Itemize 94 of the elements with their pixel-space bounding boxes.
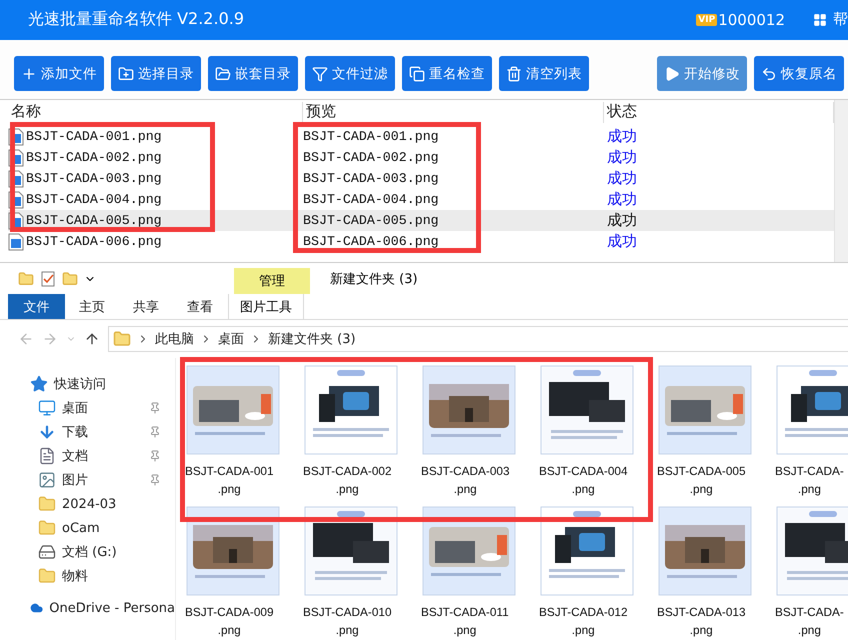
scrollbar[interactable] [834, 100, 848, 262]
grid-icon [813, 12, 827, 27]
ribbon-tab[interactable]: 主页 [65, 294, 119, 319]
preview-name: BSJT-CADA-006.png [303, 234, 440, 250]
file-label[interactable]: BSJT-CADA-010 .png [303, 603, 392, 639]
status-text: 成功 [606, 169, 638, 188]
breadcrumb-item[interactable]: 新建文件夹 (3) [268, 330, 356, 348]
document-icon [38, 447, 56, 465]
back-icon[interactable] [18, 331, 34, 347]
forward-icon[interactable] [42, 331, 58, 347]
file-label[interactable]: BSJT-CADA-012 .png [539, 603, 628, 639]
column-header[interactable]: 预览 [303, 102, 604, 124]
nav-item[interactable]: 文档 (G:) [0, 540, 175, 564]
file-label[interactable]: BSJT-CADA-013 .png [657, 603, 746, 639]
nav-item[interactable]: 图片 [0, 468, 175, 492]
drive-icon [38, 543, 56, 561]
nav-item[interactable]: oCam [0, 516, 175, 540]
preview-name: BSJT-CADA-002.png [303, 150, 440, 166]
star-icon [30, 375, 48, 393]
ribbon-tab[interactable]: 图片工具 [228, 294, 304, 319]
breadcrumb-item[interactable]: 桌面 [218, 330, 244, 348]
file-label[interactable]: BSJT-CADA-009 .png [185, 603, 274, 639]
ribbon-tab[interactable]: 共享 [119, 294, 173, 319]
vip-badge: VIP [696, 14, 718, 26]
nav-item[interactable]: 文档 [0, 444, 175, 468]
file-label[interactable]: BSJT-CADA-002 .png [303, 462, 392, 498]
nav-item[interactable]: 快速访问 [0, 372, 175, 396]
status-text: 成功 [606, 127, 638, 146]
user-id: 1000012 [718, 10, 785, 29]
file-label[interactable]: BSJT-CADA-005 .png [657, 462, 746, 498]
ribbon-tab[interactable]: 查看 [173, 294, 227, 319]
action-button[interactable]: 恢复原名 [754, 56, 844, 92]
play-icon [664, 66, 680, 82]
file-label[interactable]: BSJT-CADA-001 .png [185, 462, 274, 498]
file-label[interactable]: BSJT-CADA-003 .png [421, 462, 510, 498]
preview-name: BSJT-CADA-004.png [303, 192, 440, 208]
pin-icon[interactable] [149, 474, 161, 486]
pin-icon[interactable] [149, 450, 161, 462]
file-name: BSJT-CADA-006.png [26, 234, 162, 250]
folder-icon [38, 495, 56, 513]
file-name: BSJT-CADA-005.png [26, 213, 162, 228]
file-name: BSJT-CADA-001.png [26, 129, 162, 144]
toolbar-button[interactable]: 清空列表 [499, 56, 589, 92]
nav-item[interactable]: 桌面 [0, 396, 175, 420]
help-link[interactable]: 帮 [833, 10, 848, 30]
status-text: 成功 [606, 148, 638, 168]
file-name: BSJT-CADA-004.png [26, 192, 162, 208]
image-icon [38, 471, 56, 489]
folder-icon [38, 567, 56, 585]
checklist-icon[interactable] [40, 270, 56, 286]
address-bar[interactable]: 此电脑 桌面 新建文件夹 (3) [108, 326, 848, 352]
nav-item[interactable]: 物料 [0, 564, 175, 588]
toolbar-button[interactable]: 添加文件 [14, 56, 104, 92]
breadcrumb-item[interactable]: 此电脑 [155, 330, 194, 348]
status-text: 成功 [606, 190, 638, 210]
image-file-icon [8, 232, 24, 251]
ribbon-tab[interactable]: 文件 [8, 294, 65, 319]
nav-item[interactable]: 2024-03 [0, 492, 175, 516]
status-text: 成功 [606, 211, 638, 230]
nav-item[interactable]: 下载 [0, 420, 175, 444]
desktop-icon [38, 399, 56, 417]
file-name: BSJT-CADA-002.png [26, 150, 162, 166]
app-title: 光速批量重命名软件 V2.2.0.9 [28, 9, 246, 30]
preview-name: BSJT-CADA-005.png [303, 213, 440, 228]
folder-icon [62, 270, 78, 286]
window-title: 新建文件夹 (3) [330, 270, 418, 288]
nav-item[interactable]: OneDrive - Persona [0, 596, 175, 620]
trash-icon [506, 66, 522, 82]
file-label[interactable]: BSJT-CADA-004 .png [539, 462, 628, 498]
file-label[interactable]: BSJT-CADA-011 .png [421, 603, 509, 639]
folder-icon [113, 330, 131, 348]
status-text: 成功 [606, 232, 638, 252]
column-header[interactable]: 名称 [8, 102, 303, 124]
folder-icon [18, 270, 34, 286]
toolbar-button[interactable]: 重名检查 [402, 56, 492, 92]
preview-name: BSJT-CADA-003.png [303, 171, 440, 186]
open-folder-icon [215, 66, 231, 82]
file-name: BSJT-CADA-003.png [26, 171, 162, 186]
undo-icon [761, 66, 777, 82]
up-icon[interactable] [84, 331, 100, 347]
plus-icon [21, 66, 37, 82]
filter-icon [312, 66, 328, 82]
pin-icon[interactable] [149, 426, 161, 438]
toolbar-button[interactable]: 文件过滤 [305, 56, 395, 92]
toolbar-button[interactable]: 选择目录 [111, 56, 201, 92]
toolbar-button[interactable]: 嵌套目录 [208, 56, 298, 92]
file-label[interactable]: BSJT-CADA- .png [775, 603, 844, 639]
download-icon [38, 423, 56, 441]
copy-icon [409, 66, 425, 82]
pin-icon[interactable] [149, 402, 161, 414]
file-label[interactable]: BSJT-CADA- .png [775, 462, 844, 498]
preview-name: BSJT-CADA-001.png [303, 129, 440, 144]
folder-plus-icon [118, 66, 134, 82]
folder-icon [38, 519, 56, 537]
